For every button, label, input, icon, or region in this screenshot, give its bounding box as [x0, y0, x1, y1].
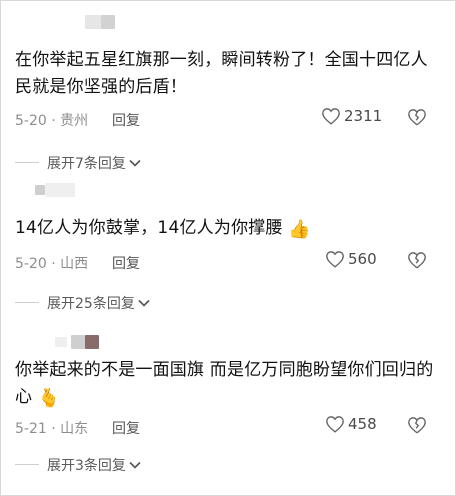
comment-meta: 5-20 · 山西 回复 560 — [1, 248, 455, 274]
comment-meta: 5-20 · 贵州 回复 2311 — [1, 105, 455, 131]
broken-heart-outline-icon — [408, 417, 426, 434]
like-button[interactable]: 458 — [325, 415, 377, 433]
chevron-down-icon — [138, 299, 150, 307]
expand-replies-button[interactable]: 展开3条回复 — [15, 455, 141, 475]
comment-date-location: 5-20 · 贵州 — [15, 113, 89, 129]
dislike-button[interactable] — [407, 251, 427, 273]
like-count: 560 — [348, 250, 377, 268]
comment-item: 你举起来的不是一面国旗 而是亿万同胞盼望你们回归的心 🫰 5-21 · 山东 回… — [1, 331, 455, 474]
comment-date-location: 5-20 · 山西 — [15, 256, 89, 272]
heart-outline-icon — [326, 251, 344, 268]
comment-text: 14亿人为你鼓掌，14亿人为你撑腰 👍 — [15, 218, 311, 240]
divider — [15, 302, 39, 303]
expand-replies-label: 展开3条回复 — [47, 458, 126, 474]
reply-button[interactable]: 回复 — [112, 253, 140, 273]
expand-replies-button[interactable]: 展开25条回复 — [15, 293, 150, 313]
expand-replies-label: 展开7条回复 — [47, 156, 126, 172]
reply-button[interactable]: 回复 — [112, 418, 140, 438]
expand-replies-button[interactable]: 展开7条回复 — [15, 153, 141, 173]
comment-meta: 5-21 · 山东 回复 458 — [1, 413, 455, 439]
username-blurred[interactable] — [15, 179, 455, 199]
broken-heart-outline-icon — [408, 252, 426, 269]
divider — [15, 162, 39, 163]
heart-outline-icon — [322, 108, 340, 125]
comment-item: 在你举起五星红旗那一刻，瞬间转粉了！全国十四亿人民就是你坚强的后盾！ 5-20 … — [1, 13, 455, 172]
comment-date-location: 5-21 · 山东 — [15, 421, 89, 437]
expand-replies-label: 展开25条回复 — [47, 296, 135, 312]
like-count: 2311 — [344, 107, 383, 125]
comment-text: 在你举起五星红旗那一刻，瞬间转粉了！全国十四亿人民就是你坚强的后盾！ — [15, 50, 428, 97]
heart-outline-icon — [326, 416, 344, 433]
like-button[interactable]: 2311 — [321, 107, 382, 125]
like-count: 458 — [348, 415, 377, 433]
comment-text: 你举起来的不是一面国旗 而是亿万同胞盼望你们回归的心 🫰 — [15, 360, 434, 409]
dislike-button[interactable] — [407, 416, 427, 438]
broken-heart-outline-icon — [408, 109, 426, 126]
like-button[interactable]: 560 — [325, 250, 377, 268]
thumbs-up-emoji: 👍 — [288, 219, 311, 240]
dislike-button[interactable] — [407, 108, 427, 130]
comment-item: 14亿人为你鼓掌，14亿人为你撑腰 👍 5-20 · 山西 回复 560 展开2… — [1, 179, 455, 312]
divider — [15, 464, 39, 465]
chevron-down-icon — [129, 159, 141, 167]
chevron-down-icon — [129, 461, 141, 469]
heart-hands-emoji: 🫰 — [37, 388, 61, 409]
comment-list: 在你举起五星红旗那一刻，瞬间转粉了！全国十四亿人民就是你坚强的后盾！ 5-20 … — [0, 0, 456, 496]
reply-button[interactable]: 回复 — [112, 110, 140, 130]
username-blurred[interactable] — [15, 331, 455, 351]
username-blurred[interactable] — [15, 13, 455, 33]
